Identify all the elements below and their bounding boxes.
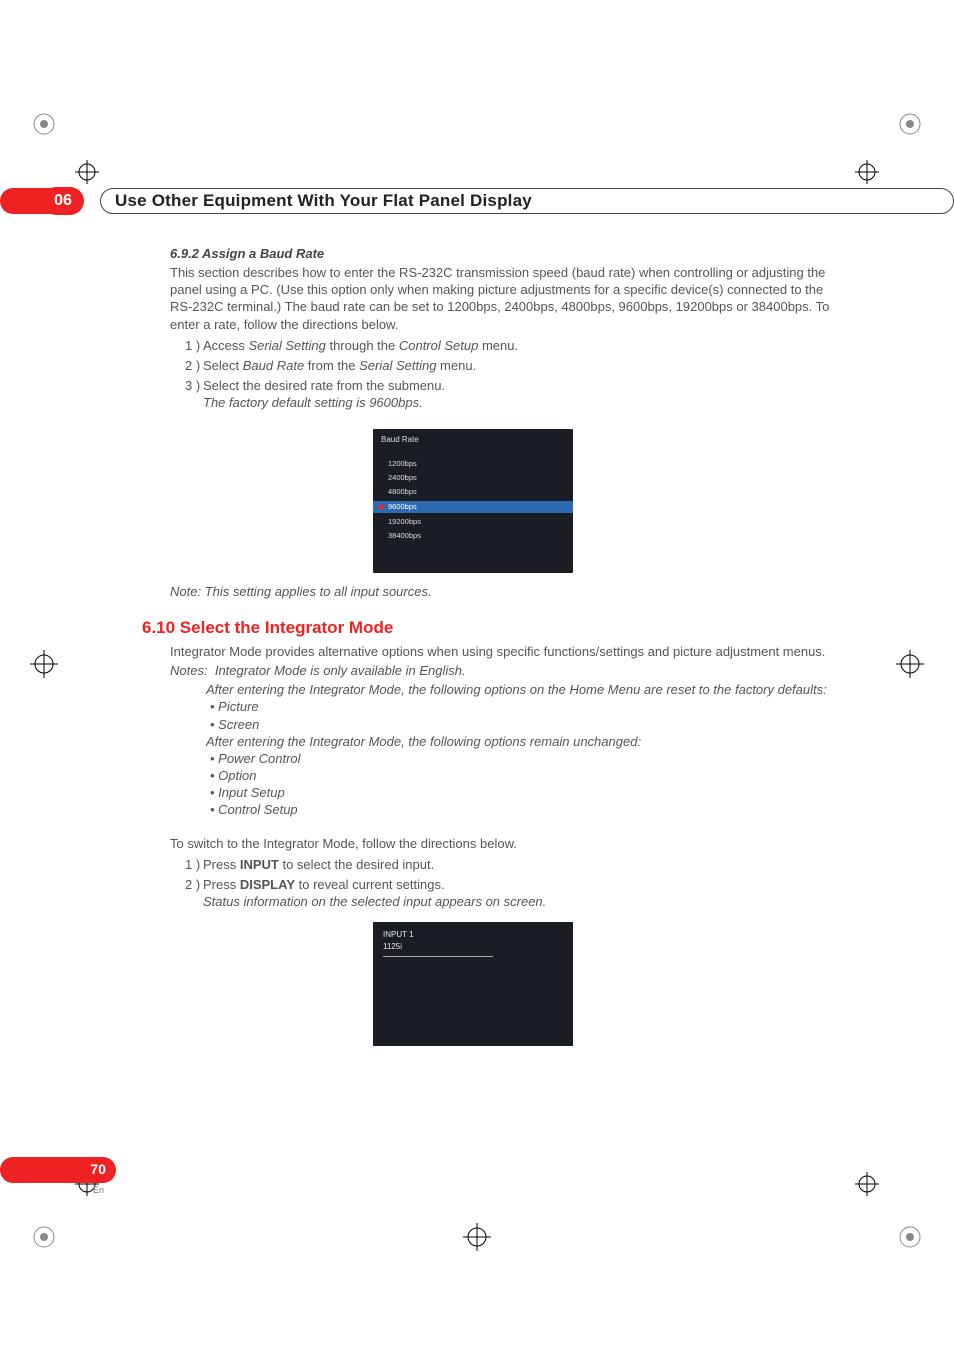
bullet-label: Option — [218, 768, 256, 783]
switch-step-1: 1 )Press INPUT to select the desired inp… — [185, 856, 839, 873]
notes-label: Notes: — [170, 663, 208, 678]
bullet-label: Screen — [218, 717, 259, 732]
crosshair-icon — [896, 650, 924, 678]
bullet-label: Input Setup — [218, 785, 285, 800]
step-em: Serial Setting — [359, 358, 436, 373]
step-text: to reveal current settings. — [295, 877, 445, 892]
page-number: 70 — [90, 1161, 106, 1177]
printers-mark-icon — [896, 110, 924, 138]
step-text: Select — [203, 358, 243, 373]
step-text: Press — [203, 877, 240, 892]
printers-mark-icon — [30, 1223, 58, 1251]
menu-option-selected: 9600bps — [373, 501, 573, 513]
note-text: Integrator Mode is only available in Eng… — [215, 663, 466, 678]
chapter-title: Use Other Equipment With Your Flat Panel… — [100, 188, 954, 214]
step-text: Press — [203, 857, 240, 872]
switch-step-2: 2 )Press DISPLAY to reveal current setti… — [185, 876, 839, 910]
menu-option: 2400bps — [388, 473, 417, 483]
crosshair-icon — [30, 650, 58, 678]
crosshair-icon — [855, 1172, 879, 1196]
step-3: 3 )Select the desired rate from the subm… — [185, 377, 839, 411]
note-unchanged: After entering the Integrator Mode, the … — [206, 733, 839, 750]
bullet-label: Power Control — [218, 751, 300, 766]
bullet-picture: • Picture — [210, 698, 839, 715]
step-em: Serial Setting — [249, 338, 326, 353]
step-text: through the — [326, 338, 399, 353]
page-lang: En — [93, 1185, 104, 1195]
page-footer: 70 En — [0, 1157, 116, 1183]
section-6-10-heading: 6.10 Select the Integrator Mode — [142, 617, 839, 639]
key-name: INPUT — [240, 857, 279, 872]
bullet-control-setup: • Control Setup — [210, 801, 839, 818]
step-number: 1 ) — [185, 856, 203, 873]
step-text: menu. — [478, 338, 518, 353]
crosshair-icon — [855, 160, 879, 184]
bullet-input-setup: • Input Setup — [210, 784, 839, 801]
crosshair-icon — [463, 1223, 491, 1251]
menu-option-label: 9600bps — [388, 502, 417, 511]
step-1: 1 )Access Serial Setting through the Con… — [185, 337, 839, 354]
step-number: 2 ) — [185, 876, 203, 893]
switch-intro: To switch to the Integrator Mode, follow… — [170, 835, 839, 852]
bullet-power-control: • Power Control — [210, 750, 839, 767]
osd-divider — [383, 956, 493, 957]
step-text: menu. — [436, 358, 476, 373]
steps-list: 1 )Access Serial Setting through the Con… — [185, 337, 839, 412]
section-6-10-intro: Integrator Mode provides alternative opt… — [170, 643, 839, 660]
step-em: Control Setup — [399, 338, 479, 353]
bullet-label: Picture — [218, 699, 258, 714]
crosshair-icon — [75, 160, 99, 184]
bullet-option: • Option — [210, 767, 839, 784]
step-number: 2 ) — [185, 357, 203, 374]
step-text: to select the desired input. — [279, 857, 434, 872]
printers-mark-icon — [30, 110, 58, 138]
menu-option: 4800bps — [388, 487, 417, 497]
notes-block: Notes: Integrator Mode is only available… — [170, 662, 839, 818]
step-number: 3 ) — [185, 377, 203, 394]
menu-title: Baud Rate — [381, 435, 419, 446]
note-reset: After entering the Integrator Mode, the … — [206, 681, 839, 698]
printers-mark-icon — [896, 1223, 924, 1251]
bullet-label: Control Setup — [218, 802, 298, 817]
menu-option: 19200bps — [388, 517, 421, 527]
bullet-screen: • Screen — [210, 716, 839, 733]
key-name: DISPLAY — [240, 877, 295, 892]
section-6-9-2-heading: 6.9.2 Assign a Baud Rate — [170, 245, 839, 262]
note-all-inputs: Note: This setting applies to all input … — [170, 583, 839, 600]
step-em: Baud Rate — [243, 358, 304, 373]
osd-status-figure: INPUT 1 1125i — [373, 922, 573, 1046]
switch-steps: 1 )Press INPUT to select the desired inp… — [185, 856, 839, 910]
step-text: Select the desired rate from the submenu… — [203, 378, 445, 393]
osd-input-label: INPUT 1 — [383, 930, 414, 941]
osd-resolution: 1125i — [383, 942, 402, 953]
step-number: 1 ) — [185, 337, 203, 354]
baud-rate-menu-figure: Baud Rate 1200bps 2400bps 4800bps 9600bp… — [373, 429, 573, 573]
step-text: from the — [304, 358, 359, 373]
chapter-badge-bg: 06 — [0, 188, 70, 214]
chapter-number: 06 — [42, 187, 84, 215]
step-text: Access — [203, 338, 249, 353]
menu-option: 1200bps — [388, 459, 417, 469]
menu-option: 38400bps — [388, 531, 421, 541]
step-2: 2 )Select Baud Rate from the Serial Sett… — [185, 357, 839, 374]
section-6-9-2-intro: This section describes how to enter the … — [170, 264, 839, 333]
step-3-note: The factory default setting is 9600bps. — [203, 394, 839, 411]
step-2-note: Status information on the selected input… — [203, 893, 839, 910]
